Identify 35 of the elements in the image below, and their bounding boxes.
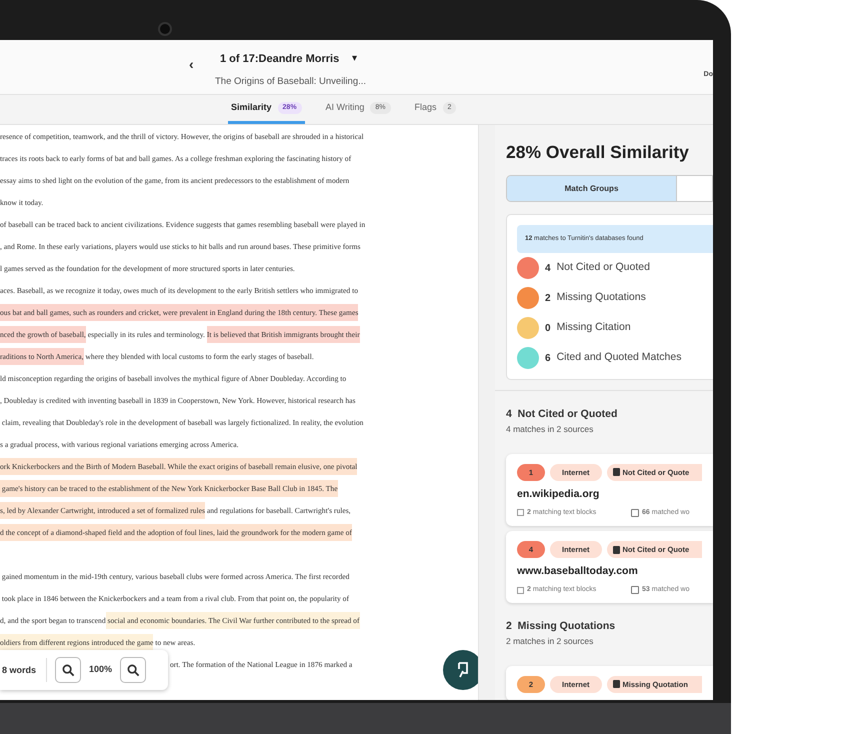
words-icon (631, 508, 639, 517)
category-label: Missing Quotations (556, 290, 646, 306)
category-count: 4 (545, 262, 551, 276)
category-label: Cited and Quoted Matches (556, 350, 682, 366)
search-icon (62, 664, 75, 676)
words-icon (631, 586, 639, 594)
group-title: 4 Not Cited or Quoted (506, 407, 618, 422)
group-subtitle: 4 matches in 2 sources (506, 423, 594, 436)
panel-title: 28% Overall Similarity (506, 141, 690, 164)
student-name: 1 of 17:Deandre Morris (220, 52, 340, 67)
zoom-out-button[interactable] (120, 657, 146, 683)
category-count: 0 (545, 322, 551, 336)
zoom-level: 100% (89, 663, 112, 676)
back-button[interactable]: ‹ (189, 54, 194, 75)
source-domain: www.baseballtoday.com (517, 564, 639, 579)
search-icon (126, 664, 140, 676)
caret-icon[interactable]: ▾ (352, 51, 357, 66)
category-label: Not Cited or Quoted (556, 260, 650, 276)
group-title: 2 Missing Quotations (506, 619, 616, 634)
source-domain: en.wikipedia.org (517, 486, 600, 502)
zoom-in-button[interactable] (55, 657, 82, 683)
group-subtitle: 2 matches in 2 sources (506, 635, 594, 648)
blocks-icon (517, 586, 524, 594)
hook-icon (455, 661, 471, 679)
word-count: 8 words (2, 658, 48, 682)
category-count: 6 (545, 352, 551, 366)
segment-tab[interactable]: Match Groups (507, 176, 676, 202)
blocks-icon (517, 509, 524, 516)
category-label: Missing Citation (556, 320, 631, 336)
document-icon (612, 468, 620, 476)
document-icon (612, 680, 620, 688)
paper-title: The Origins of Baseball: Unveiling... (215, 75, 366, 89)
document-icon (612, 546, 620, 554)
category-count: 2 (545, 292, 551, 306)
floating-action-button[interactable] (443, 650, 478, 690)
